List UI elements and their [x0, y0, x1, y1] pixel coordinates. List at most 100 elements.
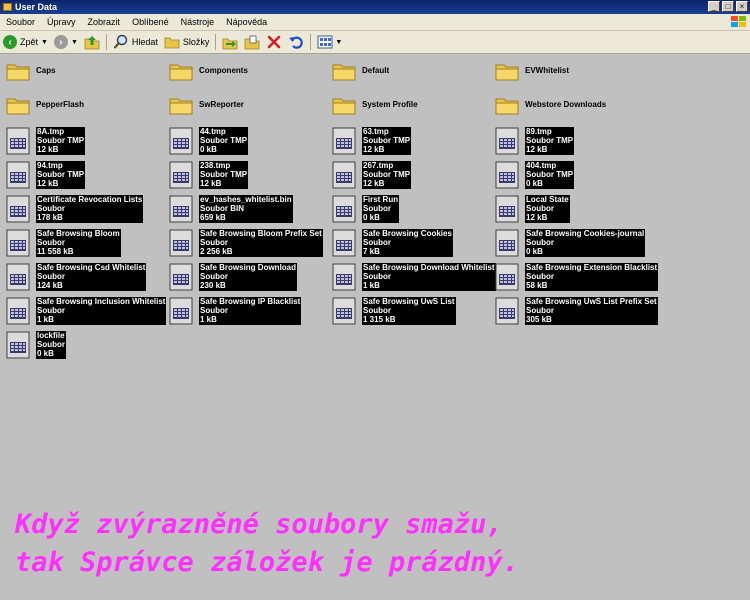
file-item[interactable]: Safe Browsing Download Whitelist Soubor 1 … — [326, 260, 496, 294]
file-item[interactable]: lockfile Soubor 0 kB — [0, 328, 163, 362]
file-item[interactable]: Safe Browsing Download Soubor 230 kB — [163, 260, 326, 294]
file-item[interactable]: Safe Browsing Extension Blacklist Soubor 5… — [489, 260, 659, 294]
file-icon — [495, 297, 519, 325]
file-size: 1 kB — [200, 315, 217, 325]
file-item[interactable]: 8A.tmp Soubor TMP 12 kB — [0, 124, 163, 158]
file-size: 12 kB — [363, 145, 385, 155]
file-icon — [495, 263, 519, 291]
file-item[interactable]: Safe Browsing Cookies-journal Soubor 0 kB — [489, 226, 650, 260]
file-item[interactable]: Safe Browsing Bloom Soubor 11 558 kB — [0, 226, 163, 260]
file-item[interactable]: 94.tmp Soubor TMP 12 kB — [0, 158, 163, 192]
folders-button[interactable]: Složky — [161, 32, 213, 52]
file-type: Soubor — [526, 306, 554, 316]
file-name: 94.tmp — [37, 161, 63, 170]
file-name: Safe Browsing Cookies — [363, 229, 452, 238]
toolbar: ‹ Zpět ▼ › ▼ Hledat Složky ▼ — [0, 31, 750, 54]
folder-name: SwReporter — [199, 100, 244, 109]
search-button[interactable]: Hledat — [110, 32, 161, 52]
file-type: Soubor — [363, 204, 391, 214]
file-type: Soubor TMP — [37, 170, 85, 180]
file-icon — [169, 161, 193, 189]
folder-item[interactable]: System Profile — [326, 90, 489, 124]
file-item[interactable]: Safe Browsing Cookies Soubor 7 kB — [326, 226, 489, 260]
folder-item[interactable]: SwReporter — [163, 90, 326, 124]
file-item[interactable]: 267.tmp Soubor TMP 12 kB — [326, 158, 489, 192]
file-item[interactable]: Safe Browsing UwS List Prefix Set Soubor 3… — [489, 294, 658, 328]
file-type: Soubor — [37, 204, 65, 214]
file-type: Soubor — [200, 272, 228, 282]
folder-icon — [332, 95, 356, 115]
file-item[interactable]: Safe Browsing Inclusion Whitelist Soubor 1… — [0, 294, 167, 328]
chevron-down-icon[interactable]: ▼ — [41, 39, 48, 46]
folder-item[interactable]: EVWhitelist — [489, 56, 650, 90]
undo-icon — [289, 36, 304, 49]
file-name: Safe Browsing Download Whitelist — [363, 263, 495, 272]
move-to-button[interactable] — [219, 32, 241, 52]
delete-x-icon — [268, 35, 281, 49]
menu-tools[interactable]: Nástroje — [175, 17, 221, 27]
folder-item[interactable]: Default — [326, 56, 489, 90]
delete-button[interactable] — [263, 32, 285, 52]
file-name: 63.tmp — [363, 127, 389, 136]
menu-view[interactable]: Zobrazit — [82, 17, 127, 27]
chevron-down-icon[interactable]: ▼ — [335, 39, 342, 46]
file-item[interactable]: Local State Soubor 12 kB — [489, 192, 650, 226]
folder-item[interactable]: Caps — [0, 56, 163, 90]
window-controls: _ □ × — [708, 1, 748, 12]
file-info: First Run Soubor 0 kB — [362, 195, 400, 223]
file-icon — [495, 195, 519, 223]
chevron-down-icon[interactable]: ▼ — [71, 39, 78, 46]
file-name: 89.tmp — [526, 127, 552, 136]
file-item[interactable]: Safe Browsing UwS List Soubor 1 315 kB — [326, 294, 489, 328]
file-item[interactable]: 238.tmp Soubor TMP 12 kB — [163, 158, 326, 192]
folder-item[interactable]: Webstore Downloads — [489, 90, 650, 124]
file-type: Soubor — [37, 272, 65, 282]
file-item[interactable]: 89.tmp Soubor TMP 12 kB — [489, 124, 650, 158]
file-item[interactable]: Certificate Revocation Lists Soubor 178 kB — [0, 192, 163, 226]
menu-file[interactable]: Soubor — [0, 17, 41, 27]
file-info: Safe Browsing UwS List Soubor 1 315 kB — [362, 297, 456, 325]
file-size: 1 kB — [363, 281, 380, 291]
file-item[interactable]: ev_hashes_whitelist.bin Soubor BIN 659 kB — [163, 192, 326, 226]
folder-icon — [169, 95, 193, 115]
file-size: 0 kB — [526, 247, 543, 257]
minimize-button[interactable]: _ — [708, 1, 720, 12]
close-button[interactable]: × — [736, 1, 748, 12]
file-item[interactable]: Safe Browsing IP Blacklist Soubor 1 kB — [163, 294, 326, 328]
folder-icon — [169, 61, 193, 81]
file-item[interactable]: 404.tmp Soubor TMP 0 kB — [489, 158, 650, 192]
windows-logo-icon — [731, 16, 746, 27]
file-item[interactable]: Safe Browsing Bloom Prefix Set Soubor 2 25… — [163, 226, 326, 260]
file-info: Safe Browsing Bloom Prefix Set Soubor 2 25… — [199, 229, 323, 257]
file-type: Soubor TMP — [37, 136, 85, 146]
file-icon — [332, 161, 356, 189]
folder-item[interactable]: Components — [163, 56, 326, 90]
back-button[interactable]: ‹ Zpět ▼ — [0, 32, 51, 52]
up-folder-button[interactable] — [81, 32, 103, 52]
file-item[interactable]: 63.tmp Soubor TMP 12 kB — [326, 124, 489, 158]
file-type: Soubor — [526, 238, 554, 248]
menu-help[interactable]: Nápověda — [220, 17, 273, 27]
menu-favorites[interactable]: Oblíbené — [126, 17, 175, 27]
file-item[interactable]: 44.tmp Soubor TMP 0 kB — [163, 124, 326, 158]
forward-button[interactable]: › ▼ — [51, 32, 81, 52]
file-item[interactable]: Safe Browsing Csd Whitelist Soubor 124 kB — [0, 260, 163, 294]
menu-edit[interactable]: Úpravy — [41, 17, 82, 27]
file-item[interactable]: First Run Soubor 0 kB — [326, 192, 489, 226]
folder-item[interactable]: PepperFlash — [0, 90, 163, 124]
views-grid-icon — [317, 35, 333, 49]
file-type: Soubor — [37, 306, 65, 316]
file-name: lockfile — [37, 331, 65, 340]
file-icon — [169, 229, 193, 257]
file-icon — [495, 127, 519, 155]
undo-button[interactable] — [285, 32, 307, 52]
forward-arrow-icon: › — [53, 35, 68, 49]
copy-to-folder-icon — [245, 35, 260, 50]
folder-name: Default — [362, 66, 390, 75]
copy-to-button[interactable] — [241, 32, 263, 52]
maximize-button[interactable]: □ — [722, 1, 734, 12]
file-name: Local State — [526, 195, 569, 204]
views-button[interactable]: ▼ — [314, 32, 345, 52]
file-size: 12 kB — [363, 179, 385, 189]
file-info: Safe Browsing Download Whitelist Soubor 1 … — [362, 263, 496, 291]
